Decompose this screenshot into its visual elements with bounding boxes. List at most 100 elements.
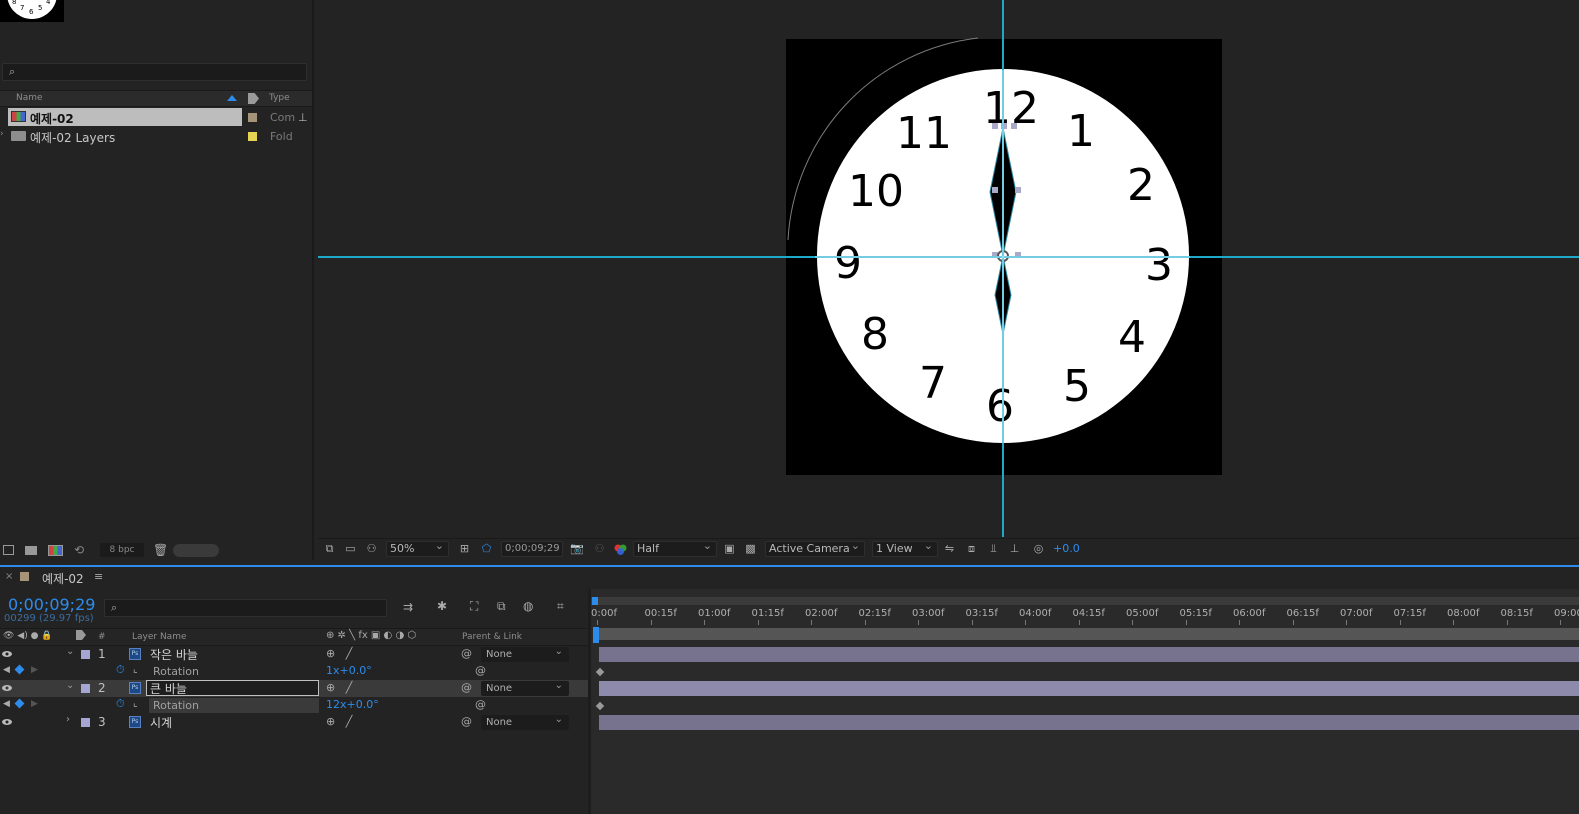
expand-arrow-icon[interactable]: › (66, 714, 70, 725)
fast-previews-icon[interactable]: ⧈ (965, 543, 978, 555)
next-keyframe-icon[interactable]: ▶ (31, 665, 38, 675)
layer-label-color[interactable] (81, 684, 90, 693)
eye-icon[interactable] (2, 649, 12, 659)
exposure-reset-icon[interactable]: ◎ (1032, 543, 1045, 555)
snapshot-icon[interactable]: 📷 (570, 543, 584, 555)
timeline-tab-label[interactable]: 예제-02 (42, 570, 84, 587)
collapse-arrow-icon[interactable]: ⌄ (66, 680, 74, 691)
pick-whip-icon[interactable]: @ (461, 647, 472, 660)
label-color-swatch[interactable] (248, 113, 257, 122)
property-row[interactable]: ◀ ▶ ⏱ ⌞ Rotation 12x+0.0° @ (0, 697, 588, 714)
layer-duration-bar[interactable] (599, 647, 1579, 662)
eye-icon[interactable] (2, 683, 12, 693)
pick-whip-icon[interactable]: @ (461, 715, 472, 728)
layer-row[interactable]: ⌄ 1 Ps 작은 바늘 ⊕ ╱ @ None (0, 644, 588, 663)
layer-duration-bar[interactable] (599, 715, 1579, 730)
layer-name-header[interactable]: Layer Name (132, 632, 187, 642)
parent-header[interactable]: Parent & Link (462, 632, 522, 642)
safe-margins-icon[interactable]: ⊞ (458, 543, 471, 555)
timeline-track-panel[interactable]: 0:00f 00:15f 01:00f 01:15f 02:00f 02:15f 03:00… (588, 589, 1579, 814)
property-row[interactable]: ◀ ▶ ⏱ ⌞ Rotation 1x+0.0° @ (0, 663, 588, 680)
resolution-dropdown[interactable]: Half (633, 539, 717, 557)
keyframe-toggle-icon[interactable] (14, 664, 25, 675)
timeline-icon[interactable]: ⫫ (987, 543, 1000, 555)
column-name-label[interactable]: Name (16, 93, 43, 103)
camera-dropdown[interactable]: Active Camera (765, 539, 865, 557)
always-preview-icon[interactable]: ⧉ (323, 543, 336, 555)
transparency-grid-icon[interactable]: ▩ (744, 543, 757, 555)
layer-switches[interactable]: ⊕ ╱ (326, 715, 352, 728)
motion-blur-icon[interactable]: ◍ (523, 599, 533, 613)
channel-icon[interactable] (614, 543, 627, 555)
layer-row[interactable]: › 3 Ps 시계 ⊕ ╱ @ None (0, 712, 588, 731)
time-ruler[interactable]: 0:00f 00:15f 01:00f 01:15f 02:00f 02:15f 03:00… (591, 589, 1579, 625)
prev-keyframe-icon[interactable]: ◀ (3, 665, 10, 675)
project-item-folder[interactable]: › 예제-02 Layers Fold (0, 127, 312, 145)
viewer-timecode[interactable]: 0;00;09;29 (501, 541, 563, 557)
eye-icon[interactable] (2, 717, 12, 727)
pick-whip-icon[interactable]: @ (475, 698, 486, 711)
composition-viewer[interactable]: 12 1 2 3 4 5 6 7 8 9 10 11 (318, 0, 1579, 537)
region-of-interest-icon[interactable]: ▣ (723, 543, 736, 555)
layer-name[interactable]: 작은 바늘 (150, 646, 198, 663)
next-keyframe-icon[interactable]: ▶ (31, 699, 38, 709)
column-type-label[interactable]: Type (269, 93, 290, 103)
graph-editor-icon[interactable]: ⌗ (557, 599, 564, 614)
layer-name[interactable]: 큰 바늘 (150, 680, 187, 697)
project-settings-icon[interactable]: ⟲ (74, 543, 84, 557)
keyframe-toggle-icon[interactable] (14, 698, 25, 709)
layer-name[interactable]: 시계 (150, 714, 172, 731)
layer-duration-bar[interactable] (599, 681, 1579, 696)
expand-arrow-icon[interactable]: › (0, 129, 4, 139)
toggle-pixel-aspect-icon[interactable]: ⇋ (943, 543, 956, 555)
panel-menu-icon[interactable]: ≡ (94, 570, 103, 583)
view-layout-dropdown[interactable]: 1 View (872, 539, 938, 557)
draft-3d-icon[interactable]: ✱ (437, 599, 447, 613)
current-time-display[interactable]: 0;00;09;29 (8, 595, 95, 614)
prev-keyframe-icon[interactable]: ◀ (3, 699, 10, 709)
thumbnail-size-slider[interactable] (173, 544, 219, 557)
layer-label-color[interactable] (81, 650, 90, 659)
layer-switches[interactable]: ⊕ ╱ (326, 647, 352, 660)
av-features-icons[interactable]: 👁 ◀) ● 🔒 (3, 631, 53, 641)
stopwatch-icon[interactable]: ⏱ (116, 663, 125, 677)
graph-icon[interactable]: ⌞ (133, 698, 138, 709)
new-composition-icon[interactable] (48, 545, 63, 556)
mask-icon[interactable]: ⚇ (365, 543, 378, 555)
pick-whip-icon[interactable]: @ (461, 681, 472, 694)
monitor-icon[interactable]: ▭ (344, 543, 357, 555)
flowchart-icon[interactable]: ⊥ (1008, 543, 1021, 555)
property-value[interactable]: 12x+0.0° (326, 698, 379, 711)
project-item-comp[interactable]: 예제-02 Com ⊥ (0, 108, 312, 126)
shy-layers-icon[interactable]: ⛶ (470, 599, 478, 614)
collapse-arrow-icon[interactable]: ⌄ (66, 646, 74, 657)
interpret-footage-icon[interactable] (3, 545, 14, 555)
layer-switches[interactable]: ⊕ ╱ (326, 681, 352, 694)
label-tag-icon[interactable] (76, 630, 86, 640)
graph-icon[interactable]: ⌞ (133, 664, 138, 675)
sort-ascending-icon[interactable] (227, 95, 237, 101)
layer-label-color[interactable] (81, 718, 90, 727)
property-value[interactable]: 1x+0.0° (326, 664, 372, 677)
label-color-swatch[interactable] (248, 132, 257, 141)
keyframe-marker[interactable] (595, 667, 605, 677)
show-snapshot-icon[interactable]: ⚇ (593, 543, 606, 555)
layer-row[interactable]: ⌄ 2 Ps 큰 바늘 ⊕ ╱ @ None (0, 678, 588, 697)
close-tab-icon[interactable]: × (5, 571, 13, 582)
keyframe-marker[interactable] (595, 701, 605, 711)
new-folder-icon[interactable] (25, 546, 37, 555)
zoom-dropdown[interactable]: 50% (386, 539, 449, 557)
parent-dropdown[interactable]: None (481, 644, 569, 662)
frame-blending-icon[interactable]: ⧉ (497, 599, 506, 614)
label-tag-icon[interactable] (248, 93, 259, 104)
toggle-mask-icon[interactable]: ⬠ (480, 543, 493, 555)
stopwatch-icon[interactable]: ⏱ (116, 697, 125, 711)
parent-dropdown[interactable]: None (481, 712, 569, 730)
switches-header-icons[interactable]: ⊕ ✲ ╲ fx ▣ ◐ ◑ ⬡ (326, 630, 416, 641)
timeline-search-input[interactable]: ⌕ (104, 599, 387, 617)
composition-canvas[interactable]: 12 1234567891011 (318, 0, 1579, 537)
parent-dropdown[interactable]: None (481, 678, 569, 696)
composition-mini-flowchart-icon[interactable]: ⇉ (403, 600, 413, 614)
project-search-input[interactable]: ⌕ (2, 63, 307, 81)
pick-whip-icon[interactable]: @ (475, 664, 486, 677)
